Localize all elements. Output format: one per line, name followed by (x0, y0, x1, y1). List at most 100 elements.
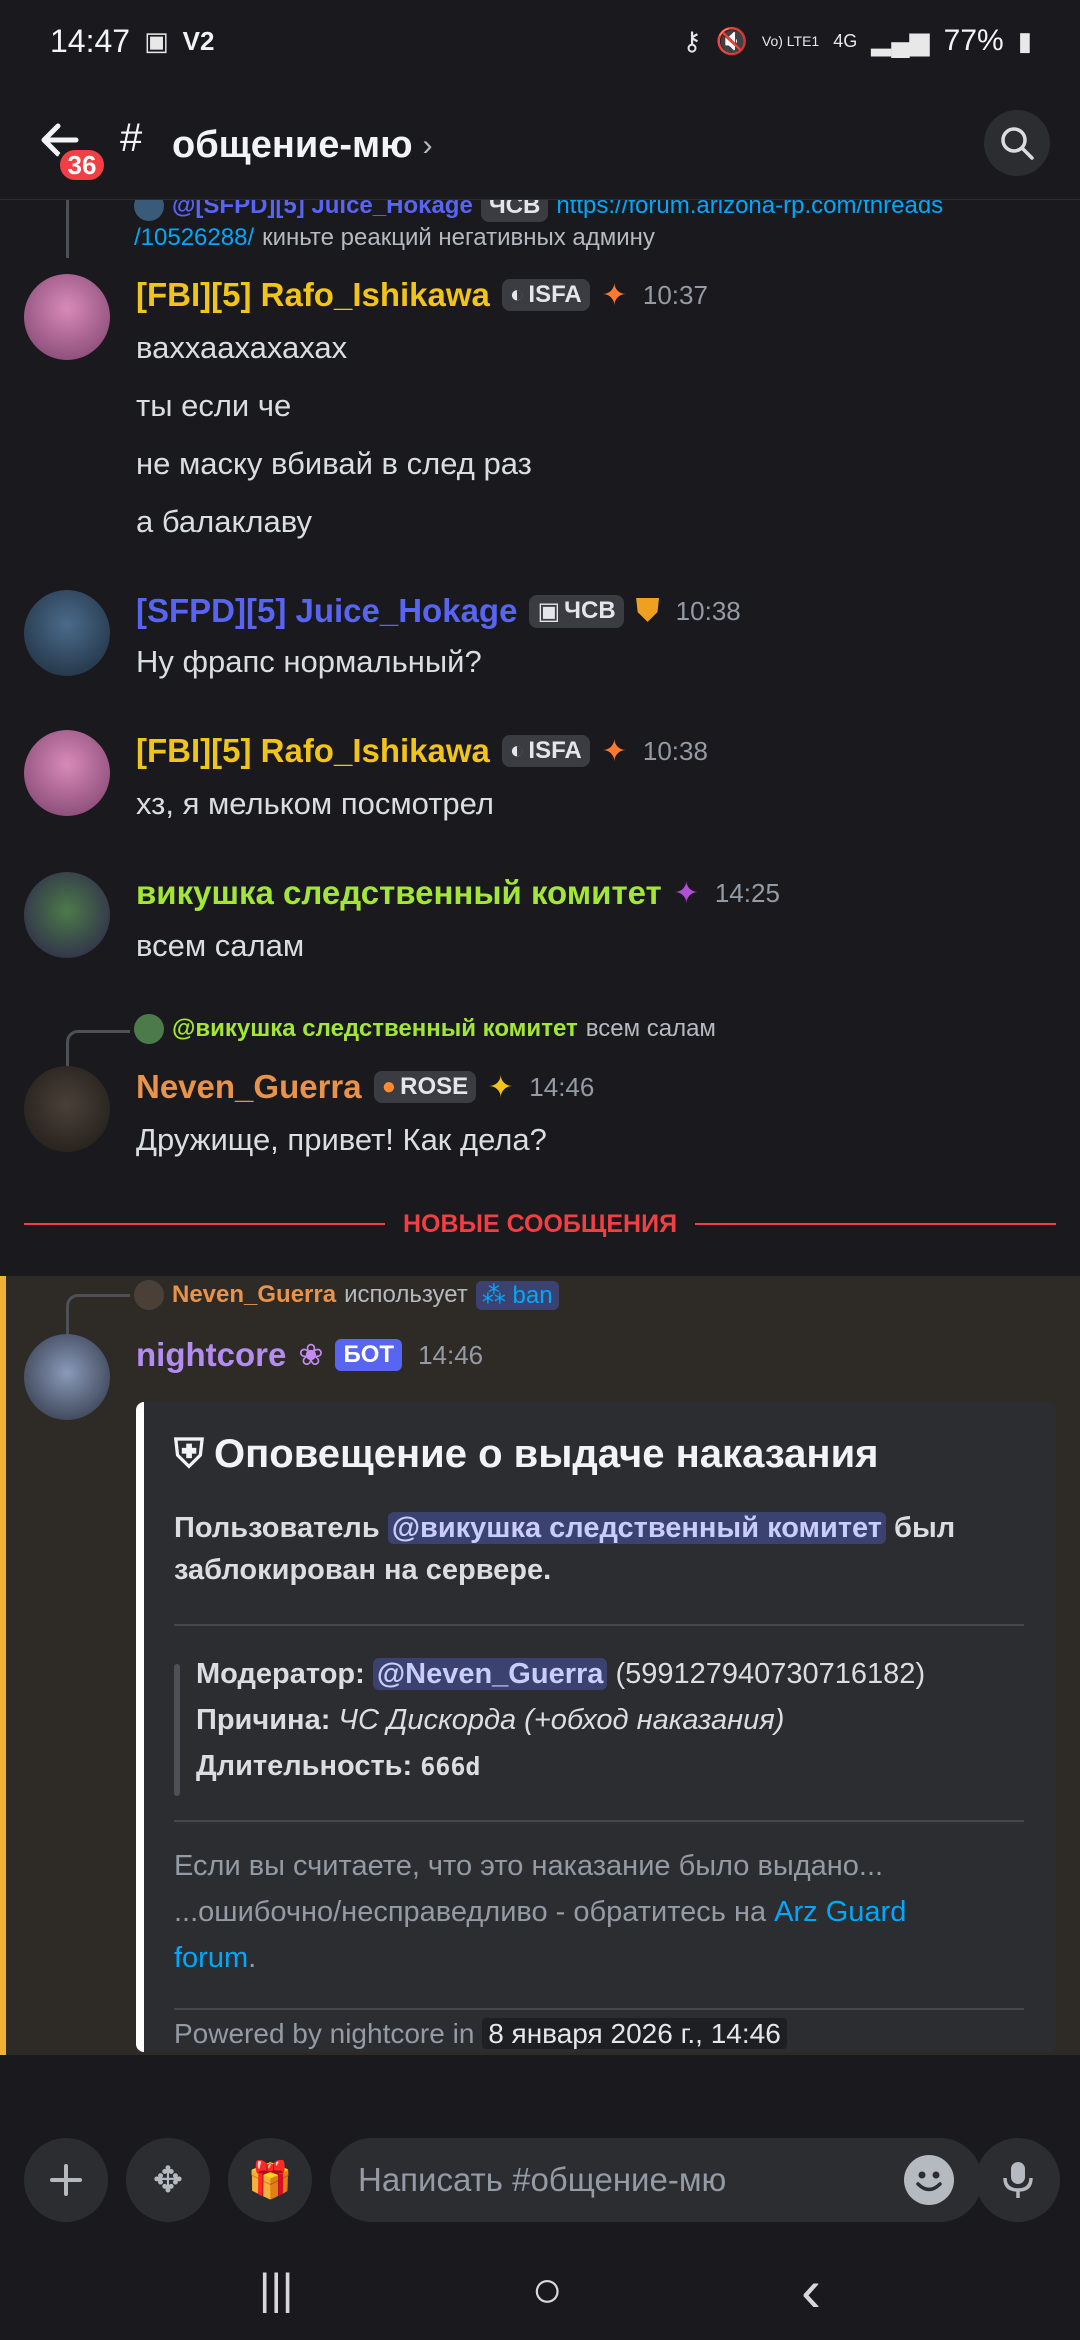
embed-footer: Powered by nightcore in 8 января 2026 г.… (174, 2018, 787, 2050)
avatar (134, 1280, 164, 1310)
command-usage[interactable]: Neven_Guerra использует ⁂ ban (134, 1280, 559, 1310)
message-header: [FBI][5] Rafo_Ishikawa ◐ ISFA ✦ 10:38 (136, 732, 708, 770)
boost-icon: ✦ (601, 278, 627, 312)
reply-connector (66, 1030, 130, 1070)
message-text: Ну фрапс нормальный? (136, 644, 482, 679)
role-tag: ◐ ISFA (501, 279, 590, 311)
reply-link-tail[interactable]: /10526288/ (134, 224, 254, 252)
boost-icon: ✦ (673, 876, 699, 910)
reply-preview-line2[interactable]: /10526288/ киньте реакций негативных адм… (134, 224, 655, 252)
duration-line: Длительность: 666d (196, 1750, 481, 1782)
footer-timestamp: 8 января 2026 г., 14:46 (482, 2018, 787, 2049)
reply-connector (66, 1294, 130, 1334)
bot-tag: БОТ (335, 1339, 403, 1371)
embed-divider (174, 2008, 1024, 2010)
emoji-button[interactable] (904, 2155, 954, 2205)
message-text: а балаклаву (136, 504, 312, 539)
input-placeholder: Написать #общение-мю (358, 2161, 727, 2198)
username[interactable]: nightcore (136, 1336, 286, 1374)
unread-badge: 36 (56, 146, 108, 184)
avatar[interactable] (24, 274, 110, 360)
user-mention[interactable]: @викушка следственный комитет (387, 1512, 886, 1544)
username[interactable]: викушка следственный комитет (136, 874, 662, 912)
channel-title[interactable]: общение-мю › (172, 124, 433, 167)
moderator-mention[interactable]: @Neven_Guerra (372, 1658, 608, 1690)
carrier-label: V2 (182, 25, 215, 56)
embed-line: заблокирован на сервере. (174, 1554, 552, 1586)
username[interactable]: Neven_Guerra (136, 1068, 362, 1106)
timestamp: 14:25 (714, 877, 780, 908)
back-nav-button[interactable]: ‹ (801, 2256, 821, 2325)
volte-label: Vo) LTE1 (761, 33, 820, 49)
message-input[interactable]: Написать #общение-мю (330, 2138, 982, 2222)
moon-icon: ◐ (509, 281, 525, 308)
new-messages-divider: НОВЫЕ СООБЩЕНИЯ (24, 1209, 1056, 1238)
message-header: викушка следственный комитет ✦ 14:25 (136, 874, 780, 912)
boost-icon: ✦ (488, 1070, 514, 1104)
avatar[interactable] (24, 872, 110, 958)
role-tag: ● ROSE (373, 1071, 477, 1103)
embed-divider (174, 1820, 1024, 1822)
reply-preview[interactable]: @викушка следственный комитет всем салам (134, 1014, 716, 1044)
gift-button[interactable]: 🎁 (228, 2138, 312, 2222)
search-button[interactable] (984, 110, 1050, 176)
status-bar: 14:47 ▣ V2 ⚷ 🔇 Vo) LTE1 4G ▂▄▆ 77% ▮ (0, 0, 1080, 82)
microphone-icon (1003, 2162, 1033, 2198)
embed-line: Пользователь @викушка следственный комит… (174, 1512, 956, 1544)
note-line: forum. (174, 1942, 257, 1974)
channel-header: 36 # общение-мю › (0, 82, 1080, 200)
chevron-right-icon: › (422, 128, 433, 162)
plus-icon (50, 2164, 82, 2196)
voice-button[interactable] (976, 2138, 1060, 2222)
slash-command[interactable]: ⁂ ban (475, 1280, 559, 1310)
username[interactable]: [SFPD][5] Juice_Hokage (136, 592, 517, 630)
signal-icon: ▂▄▆ (871, 25, 930, 56)
avatar[interactable] (24, 1066, 110, 1152)
composer: ✥ 🎁 Написать #общение-мю (0, 2120, 1080, 2240)
reason-line: Причина: ЧС Дискорда (+обход наказания) (196, 1704, 785, 1736)
message-header: Neven_Guerra ● ROSE ✦ 14:46 (136, 1068, 594, 1106)
add-button[interactable] (24, 2138, 108, 2222)
new-messages-label: НОВЫЕ СООБЩЕНИЯ (402, 1209, 678, 1238)
boost-icon: ✦ (601, 734, 627, 768)
username[interactable]: [FBI][5] Rafo_Ishikawa (136, 276, 490, 314)
quote-bar (174, 1664, 180, 1796)
guard-link[interactable]: Arz Guard (774, 1896, 906, 1928)
reply-author: @[SFPD][5] Juice_Hokage (172, 200, 473, 219)
shield-badge-icon: ⛊ (635, 592, 660, 628)
reply-link[interactable]: https://forum.arizona-rp.com/threads (556, 200, 943, 220)
smile-icon (916, 2171, 942, 2192)
system-nav-bar: ||| ○ ‹ (0, 2240, 1080, 2340)
message-header: [FBI][5] Rafo_Ishikawa ◐ ISFA ✦ 10:37 (136, 276, 708, 314)
channel-name: общение-мю (172, 124, 413, 166)
embed-card: ⛨ Оповещение о выдаче наказания Пользова… (136, 1402, 1056, 2052)
avatar[interactable] (24, 1334, 110, 1420)
mute-icon: 🔇 (715, 25, 748, 56)
gallery-icon: ▣ (144, 25, 169, 56)
network-label: 4G (833, 30, 858, 51)
battery-percent: 77% (943, 24, 1004, 57)
message-list[interactable]: @[SFPD][5] Juice_Hokage ЧСВ https://foru… (0, 200, 1080, 2055)
apps-icon: ✥ (152, 2159, 184, 2200)
home-button[interactable]: ○ (531, 2260, 562, 2320)
forum-link[interactable]: forum (174, 1942, 248, 1974)
avatar[interactable] (24, 730, 110, 816)
moderator-line: Модератор: @Neven_Guerra (59912794073071… (196, 1658, 926, 1690)
reply-connector (66, 200, 130, 258)
gift-icon: 🎁 (247, 2159, 293, 2200)
apps-button[interactable]: ✥ (126, 2138, 210, 2222)
avatar (134, 1014, 164, 1044)
recents-button[interactable]: ||| (259, 2265, 293, 2315)
reply-preview[interactable]: @[SFPD][5] Juice_Hokage ЧСВ https://foru… (134, 200, 943, 222)
timestamp: 10:38 (675, 595, 741, 626)
key-icon: ⚷ (682, 25, 702, 56)
message-header: nightcore ❀ БОТ 14:46 (136, 1336, 483, 1374)
role-tag: ◐ ISFA (501, 735, 590, 767)
shield-icon: ⛨ (174, 1432, 204, 1476)
camera-icon: ▣ (537, 597, 561, 625)
avatar[interactable] (24, 590, 110, 676)
reply-text: киньте реакций негативных админу (262, 224, 655, 251)
clock: 14:47 (50, 22, 131, 59)
username[interactable]: [FBI][5] Rafo_Ishikawa (136, 732, 490, 770)
role-tag: ▣ ЧСВ (529, 594, 624, 628)
